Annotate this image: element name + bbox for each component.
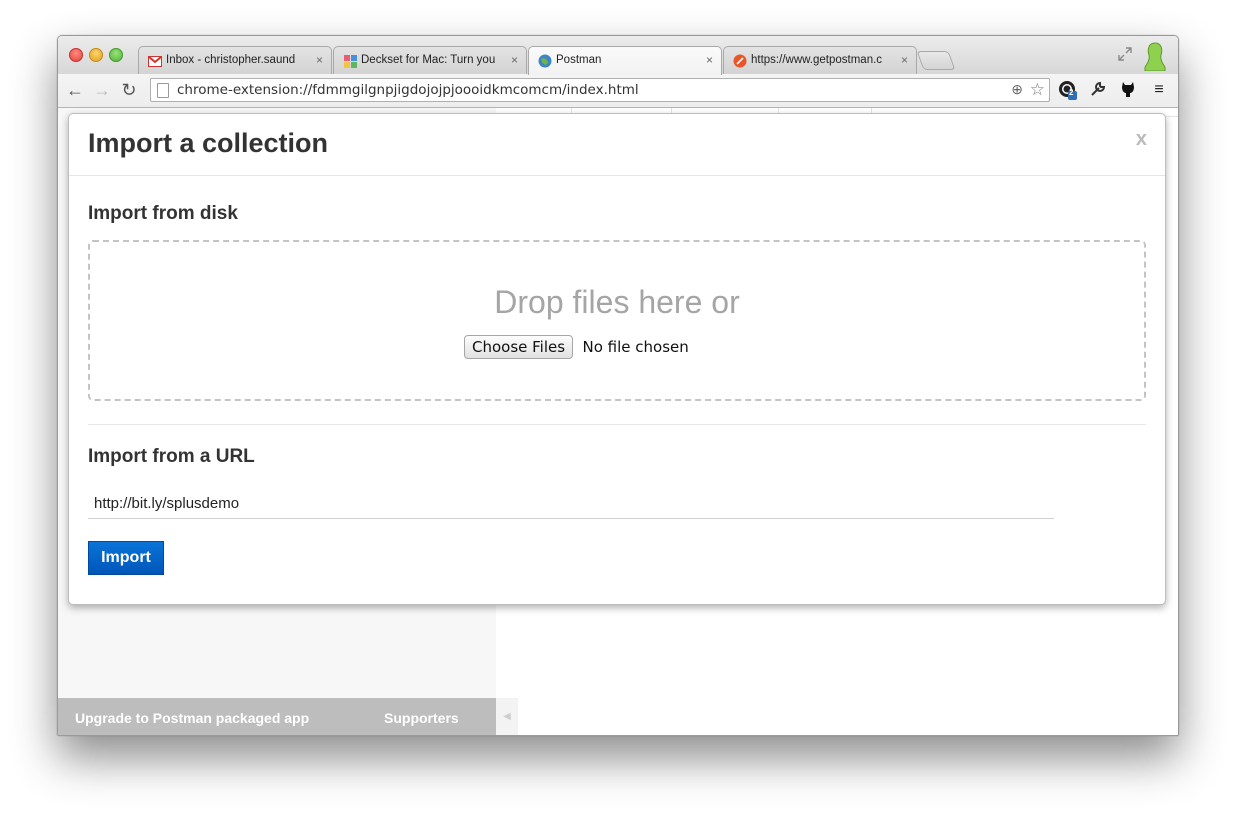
address-bar[interactable]: chrome-extension://fdmmgilgnpjigdojojpjo… (150, 78, 1050, 102)
extension-badge: 2 (1069, 88, 1074, 97)
tab-title: Deckset for Mac: Turn you (361, 54, 496, 66)
tab-postman[interactable]: Postman × (528, 46, 722, 75)
minimize-window-button[interactable] (89, 48, 103, 62)
tab-close-icon[interactable]: × (706, 53, 713, 67)
drop-files-text: Drop files here or (494, 284, 740, 320)
section-divider (88, 424, 1146, 425)
tab-title: https://www.getpostman.c (751, 54, 883, 66)
modal-header: Import a collection x (69, 114, 1165, 176)
page-icon (157, 83, 169, 98)
url-text[interactable]: chrome-extension://fdmmgilgnpjigdojojpjo… (177, 82, 639, 98)
browser-toolbar: ← → ↻ chrome-extension://fdmmgilgnpjigdo… (58, 74, 1178, 108)
new-tab-button[interactable] (916, 51, 956, 70)
github-extension-icon[interactable]: 2 (1058, 80, 1078, 100)
tab-getpostman[interactable]: https://www.getpostman.c × (723, 46, 917, 74)
import-button[interactable]: Import (88, 541, 164, 575)
tab-gmail[interactable]: Inbox - christopher.saund × (138, 46, 332, 74)
forward-icon[interactable]: → (91, 79, 113, 101)
file-input: Choose Files No file chosen (464, 335, 689, 359)
safari-icon (733, 54, 747, 68)
supporters-link[interactable]: Supporters (384, 710, 459, 726)
import-from-url-heading: Import from a URL (88, 446, 255, 467)
octocat-icon[interactable] (1118, 80, 1138, 100)
import-from-disk-heading: Import from disk (88, 203, 238, 224)
tab-close-icon[interactable]: × (901, 53, 908, 67)
wrench-icon[interactable] (1088, 80, 1108, 100)
file-status-text: No file chosen (582, 338, 689, 356)
modal-close-button[interactable]: x (1136, 128, 1147, 151)
deckset-icon (343, 54, 357, 68)
collapse-sidebar-icon[interactable]: ◀ (496, 698, 518, 735)
gmail-icon (148, 54, 162, 68)
zoom-icon[interactable]: ⊕ (1011, 81, 1023, 98)
tab-title: Postman (556, 54, 602, 66)
reload-icon[interactable]: ↻ (118, 79, 140, 101)
import-collection-modal: Import a collection x Import from disk D… (68, 113, 1166, 605)
tab-title: Inbox - christopher.saund (166, 54, 296, 66)
tab-close-icon[interactable]: × (316, 53, 323, 67)
modal-title: Import a collection (88, 128, 329, 158)
file-dropzone[interactable]: Drop files here or Choose Files No file … (88, 240, 1146, 401)
url-input[interactable] (88, 488, 1054, 519)
menu-icon[interactable]: ≡ (1149, 80, 1169, 100)
close-window-button[interactable] (69, 48, 83, 62)
zoom-window-button[interactable] (109, 48, 123, 62)
bookmark-star-icon[interactable]: ☆ (1030, 80, 1045, 100)
tab-close-icon[interactable]: × (511, 53, 518, 67)
back-icon[interactable]: ← (64, 79, 86, 101)
profile-avatar-icon[interactable] (1144, 41, 1166, 72)
fullscreen-icon[interactable] (1117, 46, 1133, 62)
choose-files-button[interactable]: Choose Files (464, 335, 574, 359)
sidebar-footer: Upgrade to Postman packaged app Supporte… (58, 698, 496, 735)
title-bar: Inbox - christopher.saund × Deckset for … (58, 36, 1178, 75)
upgrade-link[interactable]: Upgrade to Postman packaged app (75, 710, 309, 726)
postman-icon (538, 54, 552, 68)
tab-deckset[interactable]: Deckset for Mac: Turn you × (333, 46, 527, 74)
